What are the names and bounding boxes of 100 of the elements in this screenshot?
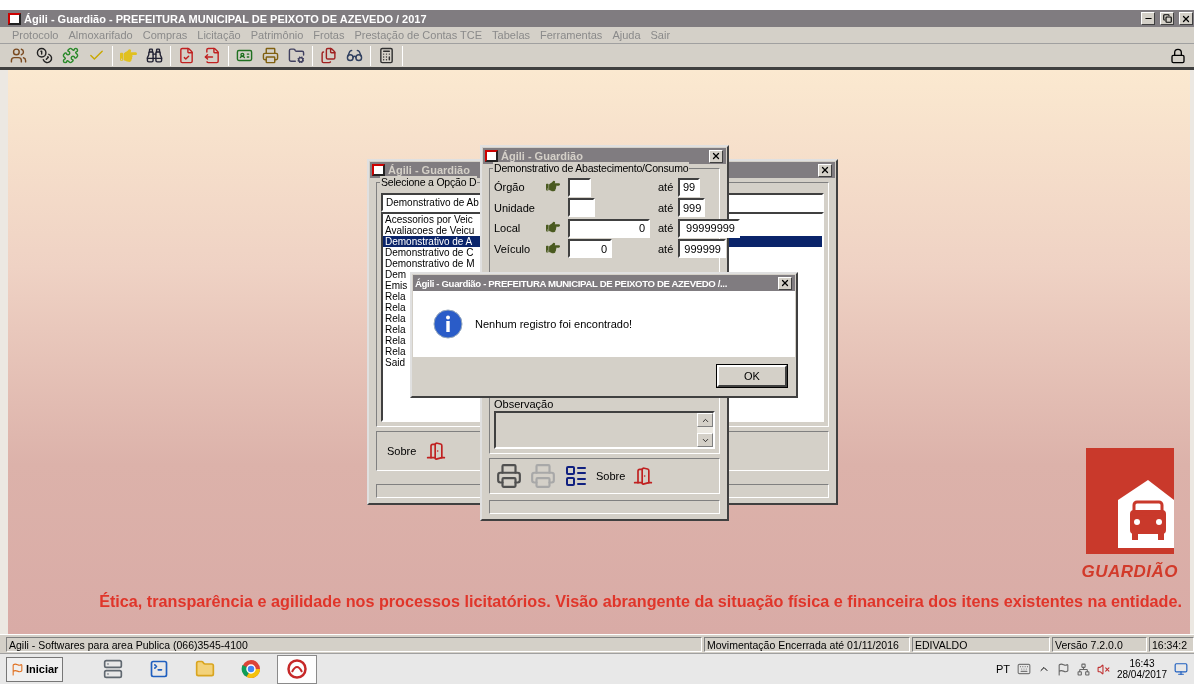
field-label: até	[658, 201, 675, 214]
dialog-title: Ágili - Guardião - PREFEITURA MUNICIPAL DE PEIXOTO DE AZEVEDO /...	[415, 277, 727, 289]
notes-field[interactable]	[494, 411, 715, 449]
close-button[interactable]	[1179, 12, 1193, 25]
from-field[interactable]: 0	[568, 218, 650, 238]
speaker-muted-icon	[1096, 662, 1110, 676]
close-button[interactable]	[709, 149, 723, 163]
hand-pointer-icon[interactable]	[546, 220, 560, 235]
exit-door-icon	[633, 466, 654, 486]
binoculars-icon[interactable]	[144, 47, 165, 64]
browser-icon	[241, 659, 262, 679]
info-icon	[433, 309, 463, 339]
status-text: EDIVALDO	[912, 637, 1050, 652]
field-label: até	[658, 242, 675, 255]
to-field[interactable]: 99	[678, 177, 700, 197]
list-item[interactable]: Rela	[383, 346, 406, 357]
printer-icon	[530, 463, 556, 489]
status-text: Versão 7.2.0.0	[1052, 637, 1147, 652]
scroll-up-button[interactable]	[697, 413, 713, 427]
group-label: Demonstrativo de Abastecimento/Consumo	[493, 162, 690, 174]
about-link[interactable]: Sobre	[387, 445, 417, 457]
list-item[interactable]: Demonstrativo de M	[383, 258, 475, 269]
flag-icon	[1056, 662, 1070, 676]
list-item[interactable]: Rela	[383, 313, 406, 324]
list-item[interactable]: Rela	[383, 324, 406, 335]
window-title: Ágili - Guardião	[501, 150, 583, 162]
slogan-text: Ética, transparência e agilidade nos processos licitatórios. Visão abrangente da situação física e financeira dos itens existentes na entidade.	[99, 592, 1182, 611]
lock-icon[interactable]	[1170, 47, 1186, 64]
to-field[interactable]: 999	[678, 198, 705, 218]
server-icon	[103, 659, 124, 679]
list-item[interactable]: Demonstrativo de A	[383, 236, 473, 247]
card-icon[interactable]	[234, 47, 255, 64]
field-label: Órgão	[494, 181, 526, 194]
exit-door-icon	[426, 441, 447, 461]
list-item[interactable]: Rela	[383, 291, 406, 302]
logo-text: GUARDIÃO	[1081, 562, 1178, 582]
language-indicator[interactable]: PT	[995, 663, 1010, 675]
window-title: Ágili - Guardião - PREFEITURA MUNICIPAL DE PEIXOTO DE AZEVEDO / 2017	[24, 12, 427, 25]
list-item[interactable]: Dem	[383, 269, 407, 280]
field-label: Veículo	[494, 242, 532, 255]
folder-icon	[195, 659, 216, 679]
printer-icon	[496, 463, 522, 489]
minimize-button[interactable]	[1141, 12, 1155, 25]
list-item[interactable]: Said	[383, 357, 405, 368]
flag-icon	[11, 662, 24, 676]
puzzle-icon[interactable]	[60, 47, 81, 64]
restore-button[interactable]	[1160, 12, 1174, 25]
list-item[interactable]: Emis	[383, 280, 408, 291]
status-text: 16:34:2	[1149, 637, 1194, 652]
close-icon	[820, 165, 830, 175]
list-item[interactable]: Rela	[383, 302, 406, 313]
close-button[interactable]	[778, 276, 792, 290]
app-icon	[372, 164, 385, 176]
coins-icon[interactable]	[34, 47, 55, 64]
notes-label: Observação	[494, 398, 555, 410]
status-text: Movimentação Encerrada até 01/11/2016	[704, 637, 910, 652]
documents-icon[interactable]	[318, 47, 339, 64]
app-icon	[485, 150, 498, 162]
to-field[interactable]: 99999999	[678, 218, 740, 238]
window-title: Ágili - Guardião	[388, 164, 470, 176]
clock[interactable]: 16:43 28/04/2017	[1116, 658, 1167, 680]
monitor-icon	[1174, 662, 1188, 676]
close-button[interactable]	[818, 163, 832, 177]
restore-icon	[1162, 14, 1172, 23]
to-field[interactable]: 999999	[678, 239, 726, 259]
from-field[interactable]	[568, 198, 595, 218]
app-icon	[8, 12, 21, 25]
scroll-down-button[interactable]	[697, 433, 713, 447]
form-icon	[564, 464, 588, 488]
hand-pointer-icon[interactable]	[546, 240, 560, 255]
network-icon	[1076, 662, 1090, 676]
close-icon	[711, 151, 721, 161]
field-label: até	[658, 181, 675, 194]
ok-button[interactable]: OK	[717, 365, 787, 387]
field-label: até	[658, 222, 675, 235]
field-label: Unidade	[494, 201, 536, 214]
close-icon	[780, 278, 790, 288]
status-text: Agili - Softwares para area Publica (066)3545-4100	[6, 637, 702, 652]
glasses-icon[interactable]	[344, 47, 365, 64]
from-field[interactable]: 0	[568, 239, 612, 259]
field-label: Local	[494, 222, 522, 235]
swirl-logo-icon	[287, 659, 308, 679]
close-icon	[1181, 13, 1191, 24]
group-label: Selecione a Opção D	[380, 176, 478, 188]
list-item[interactable]: Rela	[383, 335, 406, 346]
list-item[interactable]: Avaliacoes de Veicu	[383, 225, 475, 236]
about-link[interactable]: Sobre	[596, 470, 626, 482]
list-item[interactable]: Demonstrativo de C	[383, 247, 474, 258]
from-field[interactable]	[568, 177, 591, 197]
scrollbar[interactable]	[697, 413, 713, 447]
hand-pointer-icon[interactable]	[546, 179, 560, 194]
folder-gear-icon[interactable]	[286, 47, 307, 64]
list-item[interactable]: Acessorios por Veic	[383, 214, 473, 225]
keyboard-icon	[1016, 662, 1031, 676]
printer-icon[interactable]	[260, 47, 281, 64]
start-button[interactable]: Iniciar	[6, 656, 64, 682]
people-icon[interactable]	[8, 47, 29, 64]
terminal-icon	[149, 659, 170, 679]
message-text: Nenhum registro foi encontrado!	[475, 318, 633, 330]
taskbar-app-button[interactable]	[277, 654, 318, 684]
